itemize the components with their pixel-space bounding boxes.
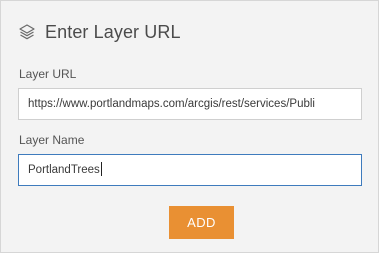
text-caret bbox=[100, 161, 102, 176]
panel-title: Enter Layer URL bbox=[45, 22, 181, 42]
layers-icon bbox=[18, 23, 36, 41]
layer-url-value: https://www.portlandmaps.com/arcgis/rest… bbox=[28, 98, 315, 110]
layer-name-input[interactable]: PortlandTrees bbox=[18, 154, 362, 186]
layer-url-input[interactable]: https://www.portlandmaps.com/arcgis/rest… bbox=[18, 88, 362, 120]
layer-name-label: Layer Name bbox=[19, 133, 85, 147]
layer-url-label: Layer URL bbox=[19, 67, 77, 81]
panel-header: Enter Layer URL bbox=[18, 20, 181, 44]
layer-name-value: PortlandTrees bbox=[28, 164, 100, 176]
enter-layer-url-panel: Enter Layer URL Layer URL https://www.po… bbox=[0, 0, 379, 253]
add-button[interactable]: ADD bbox=[169, 206, 234, 239]
